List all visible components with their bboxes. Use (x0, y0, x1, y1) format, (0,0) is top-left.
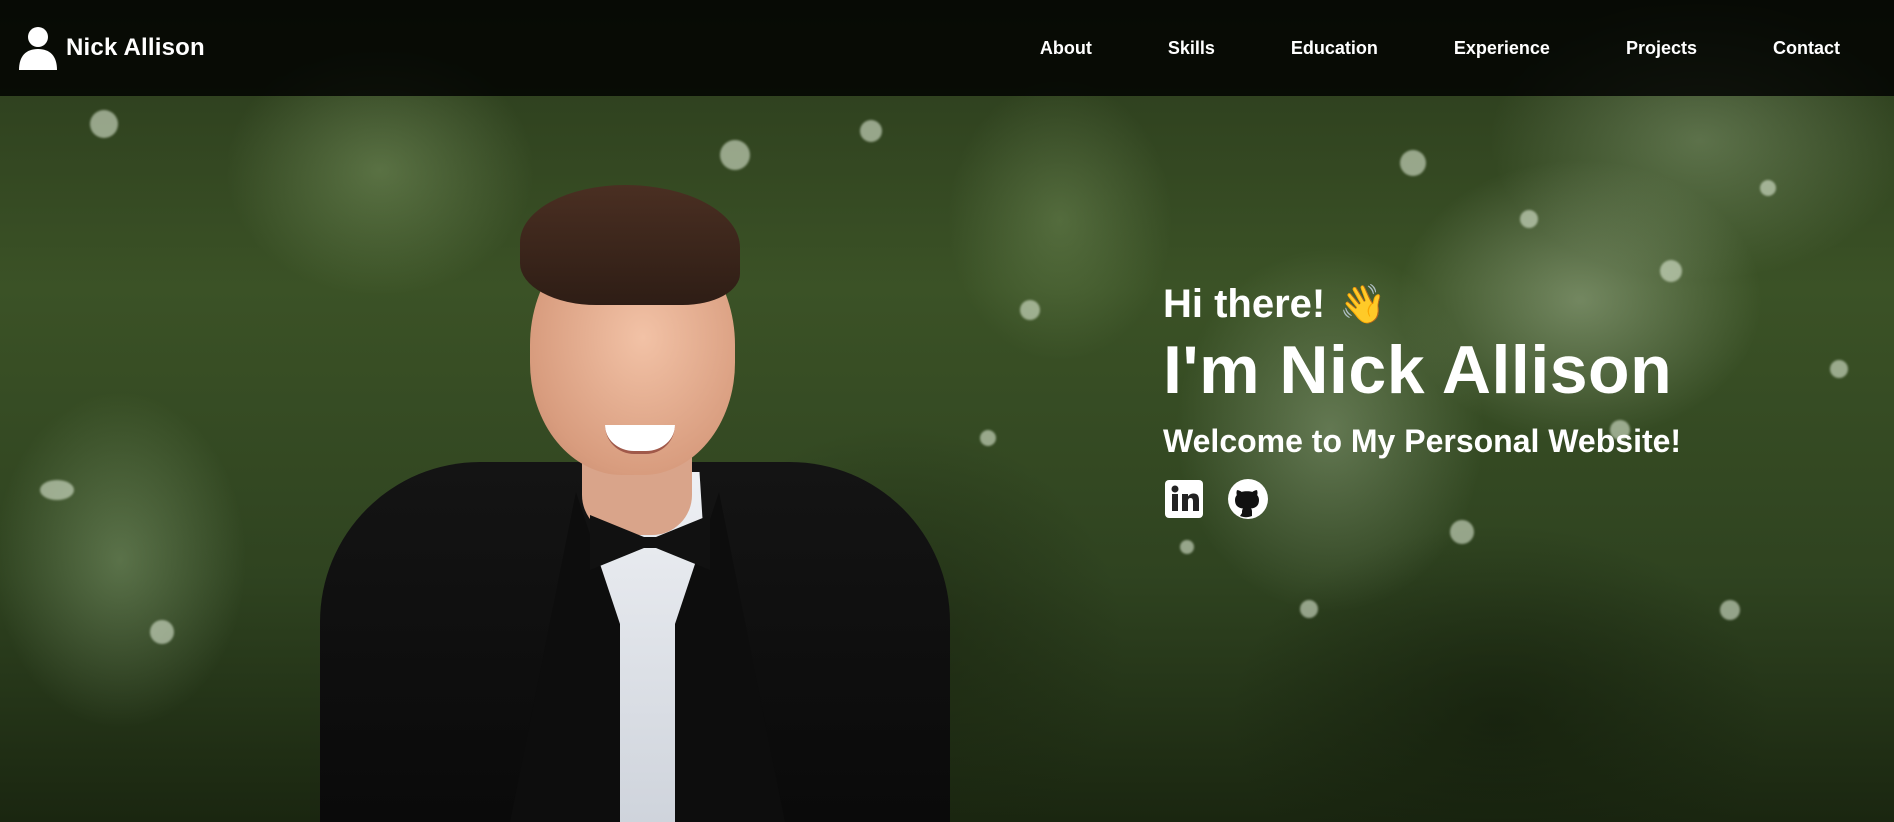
greeting: Hi there! (1163, 282, 1326, 326)
brand-name: Nick Allison (66, 34, 205, 61)
navbar: Nick Allison About Skills Education Expe… (0, 0, 1894, 96)
brand[interactable]: Nick Allison (18, 26, 205, 70)
github-link[interactable] (1227, 478, 1269, 520)
hero-name: I'm Nick Allison (1163, 332, 1673, 408)
profile-photo (320, 185, 950, 822)
hero-tagline: Welcome to My Personal Website! (1163, 423, 1682, 459)
nav-link-education[interactable]: Education (1291, 38, 1378, 59)
github-icon (1228, 479, 1268, 519)
greeting-row: Hi there! 👋 (1163, 282, 1681, 327)
linkedin-link[interactable] (1163, 478, 1205, 520)
nav-link-projects[interactable]: Projects (1626, 38, 1697, 59)
intro: Hi there! 👋 I'm Nick Allison Welcome to … (1163, 282, 1681, 520)
user-icon (19, 27, 57, 70)
nav-link-skills[interactable]: Skills (1168, 38, 1215, 59)
nav-link-about[interactable]: About (1040, 38, 1092, 59)
social-links (1163, 478, 1681, 520)
waving-hand-icon: 👋 (1339, 283, 1387, 326)
nav-link-contact[interactable]: Contact (1773, 38, 1840, 59)
nav-link-experience[interactable]: Experience (1454, 38, 1550, 59)
nav-links: About Skills Education Experience Projec… (964, 38, 1840, 59)
linkedin-icon (1165, 480, 1203, 518)
